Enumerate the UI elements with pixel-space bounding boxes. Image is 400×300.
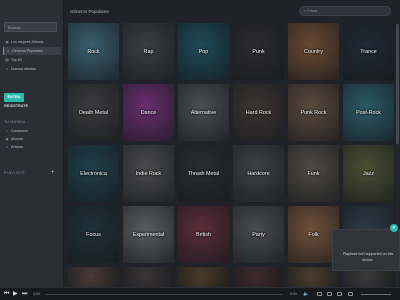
playlists-heading: PLAYLISTS [4, 171, 25, 175]
genre-tile[interactable] [233, 267, 284, 288]
genre-label: Hardcore [247, 170, 270, 177]
genre-label: Dance [140, 109, 157, 116]
genre-label: Electronica [80, 170, 107, 177]
sidebar-item-label: Géneros Populares [12, 49, 43, 53]
genre-tile[interactable] [68, 267, 119, 288]
genre-tile[interactable]: Jazz [343, 145, 394, 202]
genre-label: Party [252, 231, 265, 238]
genre-label: Funk [307, 170, 320, 177]
sidebar-item-top-50[interactable]: ▤ Top 50 [3, 56, 61, 64]
sidebar-item-new-artists[interactable]: ☺ Nuevos artistas [3, 65, 61, 73]
volume-slider[interactable] [361, 294, 391, 295]
sidebar-item-top-albums[interactable]: ◉ Los mejores Álbums [3, 38, 61, 46]
genre-label: Trance [360, 48, 377, 55]
add-playlist-button[interactable]: + [51, 170, 55, 176]
genre-tile[interactable]: Trance [343, 23, 394, 80]
song-icon: ♪ [6, 129, 8, 133]
sidebar-item-label: Los mejores Álbums [11, 40, 44, 44]
album-icon: ◉ [5, 40, 9, 44]
sidebar-item-songs[interactable]: ♪ Canciones [3, 127, 61, 135]
genre-label: Death Metal [78, 109, 109, 116]
my-music-heading: TU MUSICA [4, 120, 26, 124]
filter-input[interactable]: ⌕ Filtrar [299, 6, 391, 16]
album-icon: ◉ [5, 137, 9, 141]
genre-tile[interactable]: Rock [68, 23, 119, 80]
genre-label: Rap [143, 48, 154, 55]
genre-tile[interactable]: Hardcore [233, 145, 284, 202]
genre-tile[interactable]: Focus [68, 206, 119, 263]
genre-label: Post-Rock [356, 109, 381, 116]
sidebar-item-label: Canciones [11, 129, 28, 133]
genre-tile[interactable]: Punk Rock [288, 84, 339, 141]
register-link[interactable]: REGISTRATE [4, 104, 28, 108]
page-title: Géneros Populares [70, 9, 109, 14]
genre-tile[interactable]: Experimental [123, 206, 174, 263]
genre-tile[interactable]: Death Metal [68, 84, 119, 141]
playback-toast: Playback isn't supported on this device. [332, 229, 400, 271]
total-time: 0:00 [290, 292, 297, 296]
genre-tile[interactable]: Punk [233, 23, 284, 80]
devices-icon[interactable] [337, 292, 342, 296]
current-time: 0:00 [33, 292, 40, 296]
genre-tile[interactable]: Electronica [68, 145, 119, 202]
genre-tile[interactable] [178, 267, 229, 288]
genre-label: Thrash Metal [187, 170, 220, 177]
genre-label: Hard Rock [245, 109, 272, 116]
sidebar-item-label: Artistas [11, 145, 23, 149]
lyrics-icon[interactable] [327, 292, 332, 296]
genre-tile[interactable]: Party [233, 206, 284, 263]
genre-label: Jazz [362, 170, 375, 177]
player-bar: ⏮ ▶ ⏭ 0:00 0:00 🔈 [0, 287, 400, 300]
chart-icon: ▤ [5, 58, 9, 62]
sidebar-item-label: Top 50 [11, 58, 22, 62]
queue-icon[interactable] [317, 292, 322, 296]
genre-tile[interactable] [123, 267, 174, 288]
genre-tile[interactable]: Post-Rock [343, 84, 394, 141]
genre-label: Pop [198, 48, 209, 55]
artist-icon: ☺ [5, 145, 9, 149]
play-icon[interactable]: ▶ [13, 291, 18, 297]
sidebar-item-albums[interactable]: ◉ Albums [3, 135, 61, 143]
sidebar-item-label: Nuevos artistas [11, 67, 36, 71]
login-button[interactable]: ENTRA [4, 93, 24, 102]
genre-tile[interactable]: Thrash Metal [178, 145, 229, 202]
artist-icon: ☺ [5, 67, 9, 71]
filter-placeholder: Filtrar [307, 8, 318, 13]
header: Géneros Populares ⌕ Filtrar [64, 0, 400, 20]
genre-label: Experimental [132, 231, 165, 238]
genre-label: Rock [87, 48, 100, 55]
genre-tile[interactable]: Alternative [178, 84, 229, 141]
genre-tile[interactable]: British [178, 206, 229, 263]
genre-tile[interactable]: Indie Rock [123, 145, 174, 202]
genre-label: Focus [86, 231, 101, 238]
genre-tile[interactable]: Dance [123, 84, 174, 141]
search-icon: ⌕ [304, 8, 307, 13]
progress-bar[interactable] [45, 294, 283, 295]
sidebar-item-artists[interactable]: ☺ Artistas [3, 143, 61, 151]
next-icon[interactable]: ⏭ [22, 291, 27, 297]
genre-label: Alternative [190, 109, 217, 116]
sidebar-item-label: Albums [11, 137, 23, 141]
toast-message: Playback isn't supported on this device. [342, 252, 394, 262]
scrollbar-thumb[interactable] [396, 24, 399, 144]
genre-label: Country [304, 48, 323, 55]
genre-label: Punk [252, 48, 265, 55]
genre-icon: ♫ [6, 49, 10, 53]
genre-tile[interactable]: Hard Rock [233, 84, 284, 141]
genre-tile[interactable]: Pop [178, 23, 229, 80]
volume-icon[interactable]: 🔈 [303, 291, 309, 297]
genre-label: Indie Rock [135, 170, 162, 177]
fullscreen-icon[interactable] [348, 292, 353, 296]
genre-label: British [196, 231, 211, 238]
sidebar: Buscar... ◉ Los mejores Álbums ♫ Géneros… [0, 0, 64, 287]
genre-tile[interactable]: Country [288, 23, 339, 80]
close-icon[interactable]: ✕ [390, 224, 398, 232]
search-input[interactable]: Buscar... [4, 22, 57, 32]
genre-tile[interactable]: Funk [288, 145, 339, 202]
sidebar-item-popular-genres[interactable]: ♫ Géneros Populares [3, 47, 61, 55]
previous-icon[interactable]: ⏮ [4, 291, 9, 297]
genre-tile[interactable]: Rap [123, 23, 174, 80]
genre-label: Punk Rock [300, 109, 327, 116]
